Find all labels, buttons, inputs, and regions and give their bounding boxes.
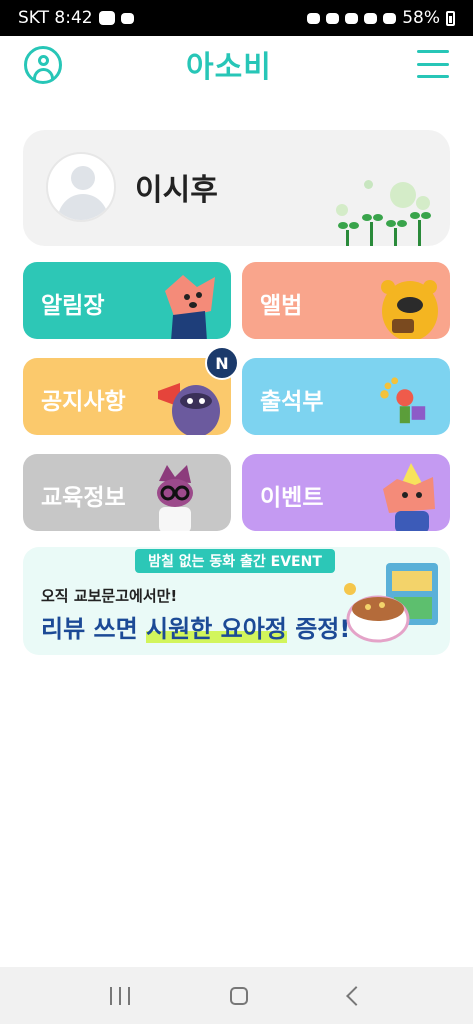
avatar — [46, 152, 116, 222]
app-logo: 아소비 — [186, 50, 272, 85]
child-profile-card[interactable]: 이시후 — [23, 130, 450, 246]
fox-character-icon — [165, 275, 215, 339]
profile-icon[interactable] — [24, 46, 62, 84]
banner-subtitle: 오직 교보문고에서만! — [41, 587, 178, 605]
tile-attendance[interactable]: 출석부 — [242, 358, 450, 435]
back-icon[interactable] — [345, 985, 366, 1006]
banner-title: 리뷰 쓰면 시원한 요아정 증정! — [41, 615, 351, 643]
bluetooth-icon — [326, 12, 340, 24]
tile-event[interactable]: 이벤트 — [242, 454, 450, 531]
new-badge: N — [205, 346, 239, 380]
app-bar: 아소비 — [0, 36, 473, 96]
mute-icon — [345, 12, 359, 24]
signal-icon — [383, 12, 397, 24]
talk-notification-icon — [98, 11, 115, 25]
wifi-icon — [364, 12, 378, 24]
carrier-time: SKT 8:42 — [18, 8, 93, 28]
battery-icon — [446, 10, 455, 26]
status-bar: SKT 8:42 58% — [0, 0, 473, 36]
banner-tag: 밤칠 없는 동화 출간 EVENT — [135, 549, 335, 573]
tile-album[interactable]: 앨범 — [242, 262, 450, 339]
tile-label: 이벤트 — [260, 485, 324, 511]
tile-notice-board[interactable]: 알림장 — [23, 262, 231, 339]
tile-education-info[interactable]: 교육정보 — [23, 454, 231, 531]
event-banner[interactable]: 밤칠 없는 동화 출간 EVENT 오직 교보문고에서만! 리뷰 쓰면 시원한 … — [23, 547, 450, 655]
flower-character-icon — [380, 377, 426, 424]
tile-label: 출석부 — [260, 389, 324, 415]
yogurt-book-illustration — [344, 563, 438, 643]
hamburger-menu-icon[interactable] — [417, 50, 449, 78]
tile-label: 공지사항 — [41, 389, 126, 415]
recent-apps-icon[interactable] — [110, 986, 131, 1005]
cloud-icon — [120, 12, 134, 24]
bear-character-icon — [381, 280, 438, 339]
child-name: 이시후 — [135, 173, 218, 208]
fox-party-hat-icon — [383, 463, 435, 531]
sprouts-illustration — [330, 166, 440, 246]
cat-glasses-character-icon — [157, 465, 193, 531]
tile-announcements[interactable]: 공지사항 — [23, 358, 231, 435]
tile-label: 앨범 — [260, 293, 303, 319]
system-nav-bar — [0, 967, 473, 1024]
alarm-icon — [307, 12, 321, 24]
tile-label: 교육정보 — [41, 485, 126, 511]
tile-label: 알림장 — [41, 293, 105, 319]
battery-percent: 58% — [402, 8, 440, 28]
home-icon[interactable] — [230, 986, 249, 1005]
